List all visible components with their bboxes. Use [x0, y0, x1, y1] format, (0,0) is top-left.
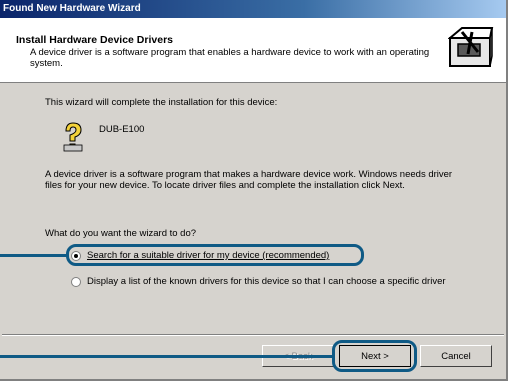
header-description: A device driver is a software program th… [30, 47, 430, 69]
callout-line-search [0, 254, 67, 257]
callout-highlight-search [66, 244, 364, 266]
explanation-text: A device driver is a software program th… [45, 169, 453, 191]
option-display-radio[interactable]: Display a list of the known drivers for … [71, 276, 466, 287]
footer-divider [2, 334, 504, 336]
title-bar[interactable]: Found New Hardware Wizard [0, 0, 506, 18]
option-display-label[interactable]: Display a list of the known drivers for … [87, 276, 446, 287]
wizard-header: Install Hardware Device Drivers A device… [0, 18, 506, 83]
callout-line-next [0, 355, 333, 358]
question-text: What do you want the wizard to do? [45, 228, 197, 239]
unknown-device-question-icon [63, 122, 83, 152]
cancel-button[interactable]: Cancel [420, 345, 492, 367]
window-title: Found New Hardware Wizard [3, 3, 141, 14]
radio-unselected-indicator[interactable] [71, 277, 81, 287]
wizard-window: Found New Hardware Wizard Install Hardwa… [0, 0, 508, 381]
hardware-box-icon [448, 27, 494, 67]
header-title: Install Hardware Device Drivers [16, 34, 173, 46]
intro-text: This wizard will complete the installati… [45, 97, 278, 108]
callout-highlight-next [332, 340, 417, 372]
device-name: DUB-E100 [99, 124, 145, 135]
